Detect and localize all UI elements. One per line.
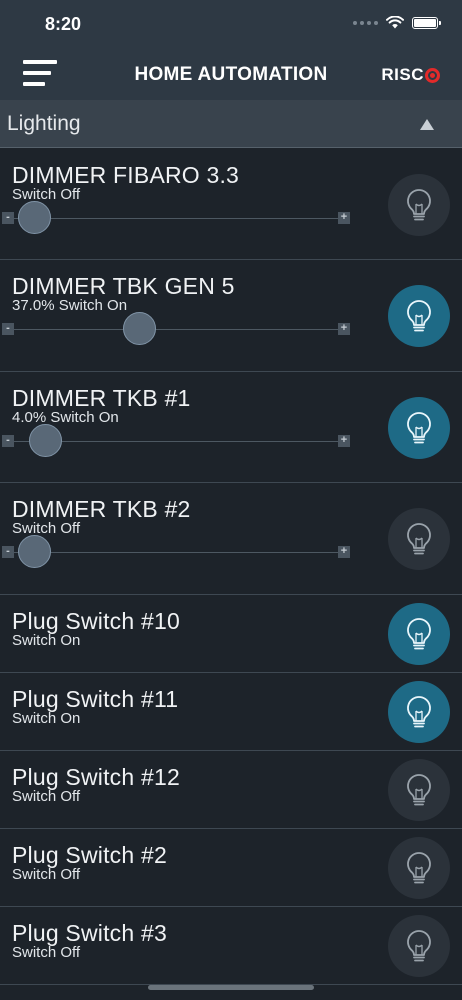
slider-thumb[interactable] xyxy=(122,312,156,345)
device-status: Switch Off xyxy=(12,866,81,883)
device-name: DIMMER TKB #1 xyxy=(12,385,191,411)
dimmer-slider[interactable]: - + xyxy=(2,424,350,457)
dimmer-slider[interactable]: - + xyxy=(2,535,350,568)
lightbulb-icon xyxy=(407,523,431,555)
device-status: 4.0% Switch On xyxy=(12,409,119,426)
device-name: Plug Switch #2 xyxy=(12,842,167,868)
lightbulb-icon xyxy=(407,696,431,728)
device-row: DIMMER TKB #2 Switch Off - + xyxy=(0,483,462,595)
device-status: Switch Off xyxy=(12,186,81,203)
home-indicator[interactable] xyxy=(148,985,314,990)
lightbulb-icon xyxy=(407,411,431,443)
slider-increase-button[interactable]: + xyxy=(338,212,350,224)
light-toggle-button[interactable] xyxy=(388,915,450,977)
slider-decrease-button[interactable]: - xyxy=(2,546,14,558)
slider-track xyxy=(14,441,338,442)
device-status: 37.0% Switch On xyxy=(12,297,128,314)
logo-text: RISC xyxy=(381,65,424,84)
slider-track xyxy=(14,329,338,330)
risco-logo: RISC xyxy=(381,65,440,85)
nav-bar: HOME AUTOMATION RISC xyxy=(0,48,462,100)
dimmer-slider[interactable]: - + xyxy=(2,201,350,234)
slider-thumb[interactable] xyxy=(28,424,62,457)
device-status: Switch Off xyxy=(12,788,81,805)
lightbulb-icon xyxy=(407,852,431,884)
device-status: Switch Off xyxy=(12,944,81,961)
slider-track xyxy=(14,218,338,219)
device-row: Plug Switch #10 Switch On xyxy=(0,595,462,673)
lightbulb-icon xyxy=(407,618,431,650)
slider-increase-button[interactable]: + xyxy=(338,546,350,558)
slider-decrease-button[interactable]: - xyxy=(2,212,14,224)
device-status: Switch Off xyxy=(12,520,81,537)
device-row: Plug Switch #2 Switch Off xyxy=(0,829,462,907)
device-name: Plug Switch #11 xyxy=(12,686,179,712)
device-row: DIMMER TKB #1 4.0% Switch On - + xyxy=(0,372,462,483)
lighting-section-header[interactable]: Lighting xyxy=(0,100,462,148)
light-toggle-button[interactable] xyxy=(388,285,450,347)
status-time: 8:20 xyxy=(45,14,82,34)
device-row: Plug Switch #11 Switch On xyxy=(0,673,462,751)
device-row: Plug Switch #3 Switch Off xyxy=(0,907,462,985)
light-toggle-button[interactable] xyxy=(388,837,450,899)
section-title: Lighting xyxy=(7,112,81,135)
lightbulb-icon xyxy=(407,300,431,332)
wifi-icon xyxy=(386,16,404,29)
light-toggle-button[interactable] xyxy=(388,508,450,570)
status-icons xyxy=(353,16,441,29)
device-row: DIMMER TBK GEN 5 37.0% Switch On - + xyxy=(0,260,462,372)
light-toggle-button[interactable] xyxy=(388,681,450,743)
slider-decrease-button[interactable]: - xyxy=(2,435,14,447)
light-toggle-button[interactable] xyxy=(388,173,450,236)
device-name: Plug Switch #12 xyxy=(12,764,180,790)
logo-mark-icon xyxy=(425,67,440,83)
status-bar: 8:20 xyxy=(0,0,462,48)
collapse-arrow-icon[interactable] xyxy=(420,119,434,130)
lightbulb-icon xyxy=(407,930,431,962)
dimmer-slider[interactable]: - + xyxy=(2,312,350,345)
battery-icon xyxy=(412,16,441,29)
cellular-signal-icon xyxy=(353,20,378,25)
slider-thumb[interactable] xyxy=(17,535,51,568)
device-name: Plug Switch #10 xyxy=(12,608,180,634)
device-status: Switch On xyxy=(12,632,81,649)
lightbulb-icon xyxy=(407,774,431,806)
slider-thumb[interactable] xyxy=(17,201,51,234)
light-toggle-button[interactable] xyxy=(388,603,450,665)
device-row: Plug Switch #12 Switch Off xyxy=(0,751,462,829)
device-name: DIMMER TBK GEN 5 xyxy=(12,273,235,299)
device-row: DIMMER FIBARO 3.3 Switch Off - + xyxy=(0,149,462,260)
slider-decrease-button[interactable]: - xyxy=(2,323,14,335)
slider-increase-button[interactable]: + xyxy=(338,435,350,447)
lightbulb-icon xyxy=(407,188,431,220)
device-status: Switch On xyxy=(12,710,81,727)
device-name: Plug Switch #3 xyxy=(12,920,167,946)
slider-increase-button[interactable]: + xyxy=(338,323,350,335)
light-toggle-button[interactable] xyxy=(388,759,450,821)
light-toggle-button[interactable] xyxy=(388,396,450,459)
device-name: DIMMER FIBARO 3.3 xyxy=(12,162,240,188)
slider-track xyxy=(14,552,338,553)
device-name: DIMMER TKB #2 xyxy=(12,496,191,522)
